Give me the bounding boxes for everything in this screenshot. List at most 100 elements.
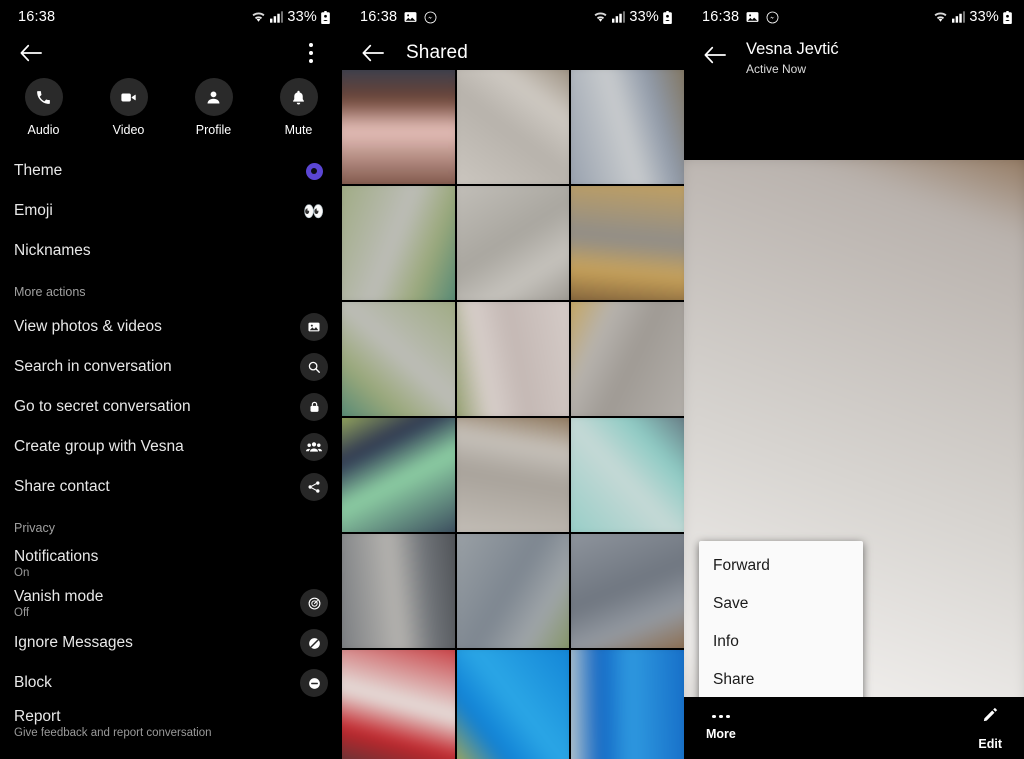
- photo-viewer-app-bar: Vesna Jevtić Active Now: [684, 34, 1024, 86]
- media-grid-cell[interactable]: [456, 70, 570, 184]
- photo-context-menu: Forward Save Info Share: [699, 541, 863, 705]
- row-label: Vanish mode: [14, 587, 104, 605]
- media-grid-cell[interactable]: [342, 650, 455, 759]
- context-menu-item-forward[interactable]: Forward: [699, 547, 863, 585]
- photo-teal-pattern: [571, 418, 684, 532]
- row-label: Share contact: [14, 478, 110, 495]
- share-icon: [300, 473, 328, 501]
- row-sublabel: Give feedback and report conversation: [14, 726, 212, 739]
- context-menu-item-info[interactable]: Info: [699, 623, 863, 661]
- media-grid-cell[interactable]: [342, 418, 455, 532]
- media-grid-cell[interactable]: [571, 534, 684, 648]
- row-label: Theme: [14, 162, 63, 179]
- battery-percent: 33%: [629, 9, 659, 25]
- lock-icon: [300, 393, 328, 421]
- media-grid-cell[interactable]: [342, 534, 455, 648]
- quick-action-label: Mute: [284, 123, 313, 137]
- media-grid-cell[interactable]: [342, 70, 455, 184]
- wifi-icon: [593, 11, 608, 23]
- photo-blue-slide: [571, 650, 684, 759]
- quick-action-label: Audio: [27, 123, 60, 137]
- settings-row-report[interactable]: Report Give feedback and report conversa…: [0, 703, 342, 743]
- photo-beads-green: [342, 186, 455, 300]
- settings-row-vanish-mode[interactable]: Vanish mode Off: [0, 583, 342, 623]
- quick-action-video[interactable]: Video: [98, 78, 160, 137]
- three-panel-screenshot: 16:38 33% Audio Video Profile Mute Theme…: [0, 0, 1024, 759]
- photo-grey-paper: [456, 70, 570, 184]
- media-grid-cell[interactable]: [342, 186, 455, 300]
- shared-media-grid-scroll[interactable]: [342, 70, 684, 759]
- quick-action-label: Video: [112, 123, 145, 137]
- vanish-mode-icon: [300, 589, 328, 617]
- photo-viewer-panel: 16:38 33% Vesna Jevtić Active Now Forwar…: [684, 0, 1024, 759]
- media-grid-cell[interactable]: [456, 534, 570, 648]
- photo-red-cup: [342, 650, 455, 759]
- ellipsis-icon: [712, 714, 730, 719]
- shared-app-bar: Shared: [342, 34, 684, 72]
- signal-icon: [952, 11, 966, 23]
- settings-row-ignore-messages[interactable]: Ignore Messages: [0, 623, 342, 663]
- settings-row-search-conversation[interactable]: Search in conversation: [0, 347, 342, 387]
- video-camera-icon: [109, 78, 148, 116]
- media-grid-cell[interactable]: [456, 186, 570, 300]
- row-label: Search in conversation: [14, 358, 172, 375]
- more-button-label: More: [706, 727, 736, 742]
- context-menu-item-share[interactable]: Share: [699, 661, 863, 699]
- settings-row-nicknames[interactable]: Nicknames: [0, 231, 342, 271]
- settings-row-theme[interactable]: Theme: [0, 151, 342, 191]
- overflow-menu-icon[interactable]: [294, 36, 328, 70]
- media-grid-cell[interactable]: [342, 302, 455, 416]
- bell-icon: [279, 78, 318, 116]
- settings-row-block[interactable]: Block: [0, 663, 342, 703]
- context-menu-item-save[interactable]: Save: [699, 585, 863, 623]
- row-label: Ignore Messages: [14, 634, 133, 651]
- page-title: Shared: [406, 42, 468, 63]
- photo-grey-green: [456, 534, 570, 648]
- media-grid-cell[interactable]: [571, 70, 684, 184]
- back-arrow-icon[interactable]: [14, 36, 48, 70]
- signal-icon: [270, 11, 284, 23]
- row-label: Nicknames: [14, 242, 91, 259]
- shared-media-grid: [342, 70, 684, 759]
- media-grid-cell[interactable]: [571, 650, 684, 759]
- battery-percent: 33%: [287, 9, 317, 25]
- photo-blue-pool: [456, 650, 570, 759]
- settings-app-bar: [0, 34, 342, 72]
- media-grid-cell[interactable]: [456, 302, 570, 416]
- settings-list: Theme Emoji 👀 Nicknames More actions Vie…: [0, 151, 342, 743]
- quick-action-audio[interactable]: Audio: [13, 78, 75, 137]
- ignore-messages-icon: [300, 629, 328, 657]
- section-header-privacy: Privacy: [14, 521, 55, 535]
- media-grid-cell[interactable]: [571, 186, 684, 300]
- settings-row-share-contact[interactable]: Share contact: [0, 467, 342, 507]
- edit-button-label: Edit: [978, 736, 1002, 751]
- quick-action-profile[interactable]: Profile: [183, 78, 245, 137]
- status-bar-time: 16:38: [702, 9, 740, 25]
- block-icon: [300, 669, 328, 697]
- photo-status-icon: [404, 11, 417, 23]
- group-icon: [300, 433, 328, 461]
- search-icon: [300, 353, 328, 381]
- back-arrow-icon[interactable]: [698, 38, 732, 72]
- more-button[interactable]: More: [706, 714, 736, 742]
- eyes-emoji-icon: 👀: [300, 197, 328, 225]
- settings-row-emoji[interactable]: Emoji 👀: [0, 191, 342, 231]
- back-arrow-icon[interactable]: [356, 36, 390, 70]
- status-bar: 16:38 33%: [342, 0, 684, 34]
- media-grid-cell[interactable]: [456, 650, 570, 759]
- signal-icon: [612, 11, 626, 23]
- row-label: Go to secret conversation: [14, 398, 191, 415]
- photo-viewer-bottom-bar: More Edit: [684, 697, 1024, 759]
- settings-row-secret-conversation[interactable]: Go to secret conversation: [0, 387, 342, 427]
- media-grid-cell[interactable]: [571, 302, 684, 416]
- photo-beads-green-2: [342, 302, 455, 416]
- edit-button[interactable]: Edit: [978, 706, 1002, 751]
- media-grid-cell[interactable]: [571, 418, 684, 532]
- quick-action-mute[interactable]: Mute: [268, 78, 330, 137]
- media-grid-cell[interactable]: [456, 418, 570, 532]
- row-sublabel: Off: [14, 606, 30, 619]
- battery-icon: [663, 10, 672, 24]
- settings-row-create-group[interactable]: Create group with Vesna: [0, 427, 342, 467]
- settings-row-view-photos[interactable]: View photos & videos: [0, 307, 342, 347]
- settings-row-notifications[interactable]: Notifications On: [0, 543, 342, 583]
